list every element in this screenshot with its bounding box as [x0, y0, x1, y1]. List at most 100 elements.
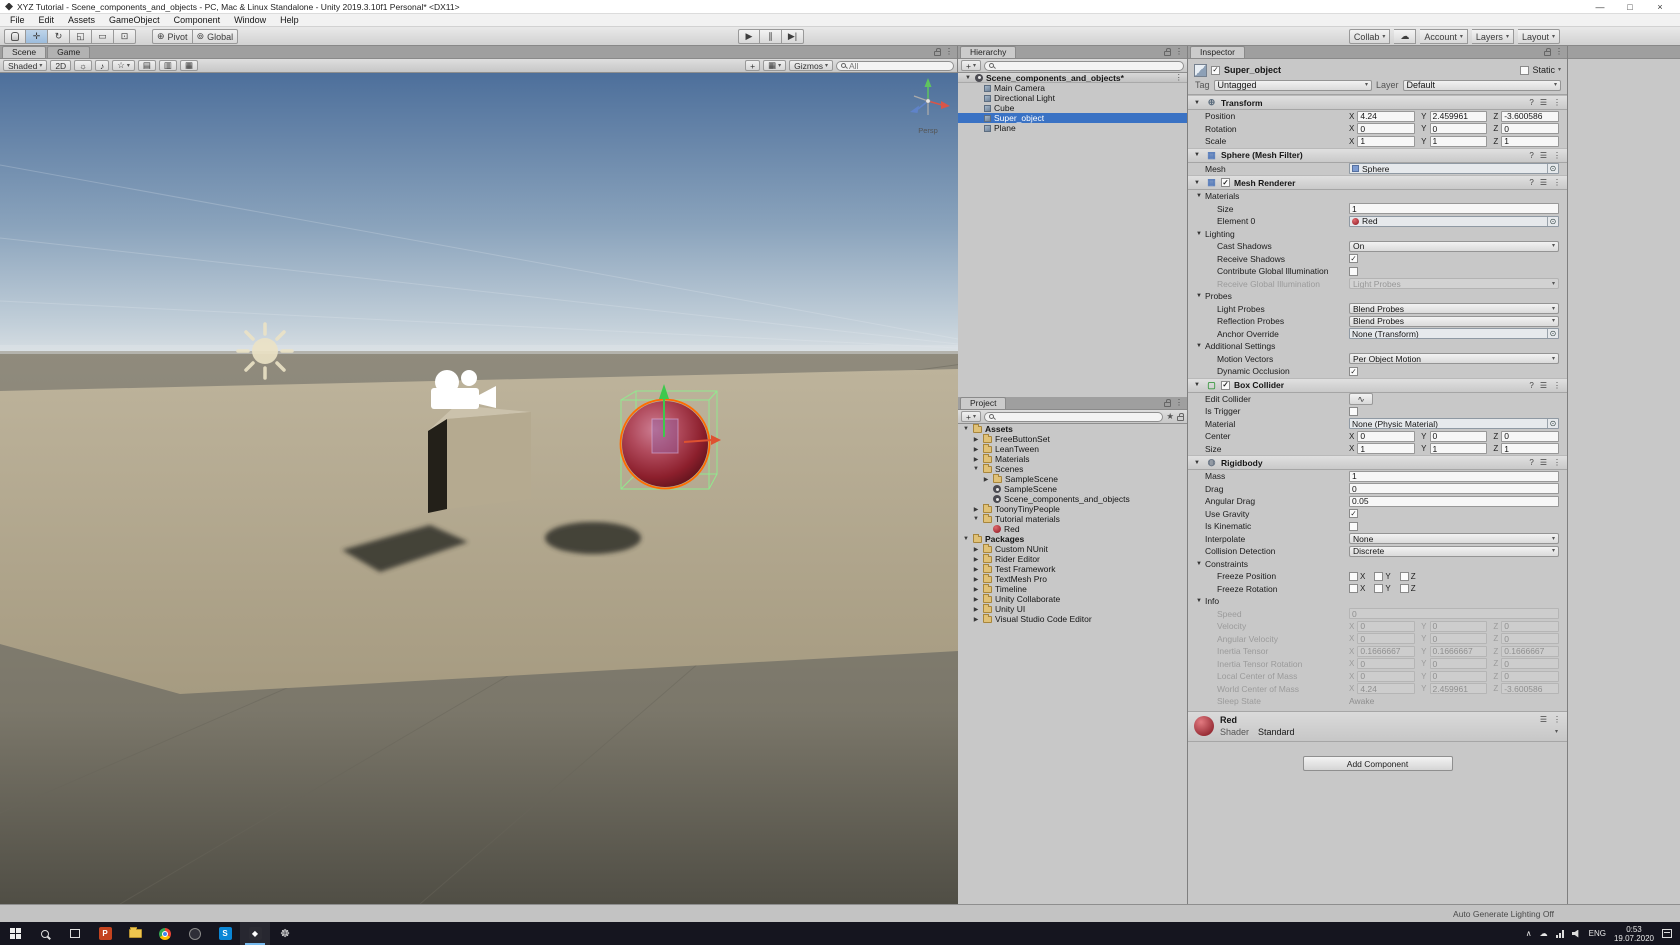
- directional-light-gizmo[interactable]: [236, 322, 294, 380]
- step-button[interactable]: ▶|: [782, 29, 804, 44]
- start-button[interactable]: [0, 922, 30, 945]
- preset-icon[interactable]: ☰: [1540, 178, 1547, 187]
- foldout-arrow[interactable]: ▼: [962, 426, 970, 432]
- foldout-constraints[interactable]: ▼ Constraints: [1188, 558, 1567, 571]
- grid-toggle-b[interactable]: ▥: [158, 60, 177, 71]
- app-settings[interactable]: ☸: [270, 922, 300, 945]
- scale-tool[interactable]: ◱: [70, 29, 92, 44]
- app-powerpoint[interactable]: P: [90, 922, 120, 945]
- object-picker-icon[interactable]: ⊙: [1547, 419, 1558, 429]
- scene-search-input[interactable]: All: [836, 60, 954, 71]
- project-item-unity-ui[interactable]: ▶ Unity UI: [958, 604, 1187, 614]
- panel-menu-icon[interactable]: ⋮: [1175, 398, 1183, 407]
- field-scale-y[interactable]: 1: [1429, 135, 1488, 147]
- dropdown-light-probes[interactable]: Blend Probes ▾: [1349, 303, 1559, 315]
- project-item-rider-editor[interactable]: ▶ Rider Editor: [958, 554, 1187, 564]
- scene-viewport[interactable]: Persp: [0, 73, 958, 904]
- project-item-leantween[interactable]: ▶ LeanTween: [958, 444, 1187, 454]
- scene-lighting-toggle[interactable]: ☼: [74, 60, 92, 71]
- taskbar-clock[interactable]: 0:53 19.07.2020: [1614, 925, 1654, 943]
- camera-settings-dropdown[interactable]: ▦ ▾: [763, 60, 787, 71]
- panel-menu-icon[interactable]: ⋮: [1175, 47, 1183, 56]
- checkbox-contribute-global-illumination[interactable]: [1349, 266, 1358, 276]
- grid-toggle-c[interactable]: ▦: [179, 60, 198, 71]
- foldout-arrow[interactable]: ▶: [972, 596, 980, 603]
- field-scale-x[interactable]: 1: [1357, 135, 1416, 147]
- hierarchy-search-input[interactable]: [983, 60, 1184, 71]
- component-header[interactable]: ▼ ▢ ✓ Box Collider? ☰ ⋮: [1188, 377, 1567, 393]
- hierarchy-item-main-camera[interactable]: Main Camera: [958, 83, 1187, 93]
- project-item-samplescene[interactable]: SampleScene: [958, 484, 1187, 494]
- hand-tool[interactable]: [4, 29, 26, 44]
- object-field-anchor-override[interactable]: None (Transform) ⊙: [1349, 328, 1559, 340]
- taskbar-search-button[interactable]: [30, 922, 60, 945]
- project-item-test-framework[interactable]: ▶ Test Framework: [958, 564, 1187, 574]
- foldout-lighting[interactable]: ▼ Lighting: [1188, 228, 1567, 241]
- rect-tool[interactable]: ▭: [92, 29, 114, 44]
- object-field-material[interactable]: None (Physic Material) ⊙: [1349, 418, 1559, 430]
- play-button[interactable]: ▶: [738, 29, 760, 44]
- tab-inspector[interactable]: Inspector: [1190, 46, 1245, 58]
- preset-icon[interactable]: ☰: [1540, 381, 1547, 390]
- tab-hierarchy[interactable]: Hierarchy: [960, 46, 1017, 58]
- tab-project[interactable]: Project: [960, 397, 1007, 409]
- layer-dropdown[interactable]: Default ▾: [1402, 79, 1561, 91]
- object-picker-icon[interactable]: ⊙: [1547, 216, 1558, 226]
- preset-icon[interactable]: ☰: [1540, 715, 1547, 724]
- create-object-dropdown[interactable]: + ▾: [961, 60, 981, 71]
- add-component-button[interactable]: Add Component: [1302, 755, 1453, 771]
- move-tool[interactable]: ✛: [26, 29, 48, 44]
- center-tool-button[interactable]: +: [745, 60, 761, 71]
- component-menu-icon[interactable]: ⋮: [1553, 381, 1561, 390]
- project-item-unity-collaborate[interactable]: ▶ Unity Collaborate: [958, 594, 1187, 604]
- hierarchy-item-plane[interactable]: Plane: [958, 123, 1187, 133]
- active-checkbox[interactable]: ✓: [1211, 65, 1220, 75]
- object-picker-icon[interactable]: ⊙: [1547, 164, 1558, 174]
- object-picker-icon[interactable]: ⊙: [1547, 329, 1558, 339]
- foldout-arrow[interactable]: ▶: [972, 546, 980, 553]
- project-item-toonytinypeople[interactable]: ▶ ToonyTinyPeople: [958, 504, 1187, 514]
- foldout-arrow[interactable]: ▶: [972, 506, 980, 513]
- app-media-player[interactable]: [180, 922, 210, 945]
- project-item-freebuttonset[interactable]: ▶ FreeButtonSet: [958, 434, 1187, 444]
- scene-render[interactable]: Persp: [0, 73, 958, 904]
- scene-menu-icon[interactable]: ⋮: [1175, 73, 1188, 82]
- checkbox-is-kinematic[interactable]: [1349, 521, 1358, 531]
- menu-assets[interactable]: Assets: [61, 14, 102, 27]
- foldout-materials[interactable]: ▼ Materials: [1188, 190, 1567, 203]
- field-scale-z[interactable]: 1: [1501, 135, 1560, 147]
- foldout-arrow[interactable]: ▶: [972, 556, 980, 563]
- pause-button[interactable]: ∥: [760, 29, 782, 44]
- field-size[interactable]: 1: [1349, 203, 1559, 215]
- hierarchy-item-directional-light[interactable]: Directional Light: [958, 93, 1187, 103]
- component-header[interactable]: ▼ ▦ Sphere (Mesh Filter)? ☰ ⋮: [1188, 147, 1567, 163]
- project-item-scene-components-and-objects[interactable]: Scene_components_and_objects: [958, 494, 1187, 504]
- app-skype[interactable]: S: [210, 922, 240, 945]
- field-size-z[interactable]: 1: [1501, 443, 1560, 455]
- scene-audio-toggle[interactable]: ♪: [95, 60, 110, 71]
- freeze-freeze-rotation-x[interactable]: [1349, 584, 1358, 594]
- foldout-arrow[interactable]: ▼: [964, 75, 972, 81]
- task-view-button[interactable]: [60, 922, 90, 945]
- foldout-arrow[interactable]: ▼: [1194, 382, 1202, 388]
- component-menu-icon[interactable]: ⋮: [1553, 98, 1561, 107]
- foldout-arrow[interactable]: ▼: [1194, 460, 1202, 466]
- help-icon[interactable]: ?: [1529, 98, 1533, 107]
- dropdown-reflection-probes[interactable]: Blend Probes ▾: [1349, 315, 1559, 327]
- project-item-timeline[interactable]: ▶ Timeline: [958, 584, 1187, 594]
- cloud-icon[interactable]: ☁: [1540, 929, 1548, 938]
- collab-dropdown[interactable]: Collab ▾: [1348, 29, 1391, 44]
- foldout-probes[interactable]: ▼ Probes: [1188, 290, 1567, 303]
- foldout-arrow[interactable]: ▶: [972, 576, 980, 583]
- static-checkbox[interactable]: [1520, 65, 1530, 75]
- foldout-arrow[interactable]: ▼: [972, 516, 980, 522]
- dropdown-motion-vectors[interactable]: Per Object Motion ▾: [1349, 353, 1559, 365]
- preset-icon[interactable]: ☰: [1540, 98, 1547, 107]
- freeze-freeze-rotation-z[interactable]: [1399, 584, 1409, 594]
- project-item-visual-studio-code-editor[interactable]: ▶ Visual Studio Code Editor: [958, 614, 1187, 624]
- account-dropdown[interactable]: Account ▾: [1420, 29, 1468, 44]
- foldout-arrow[interactable]: ▶: [972, 586, 980, 593]
- foldout-arrow[interactable]: ▼: [1194, 180, 1202, 186]
- foldout-arrow[interactable]: ▶: [972, 616, 980, 623]
- help-icon[interactable]: ?: [1529, 151, 1533, 160]
